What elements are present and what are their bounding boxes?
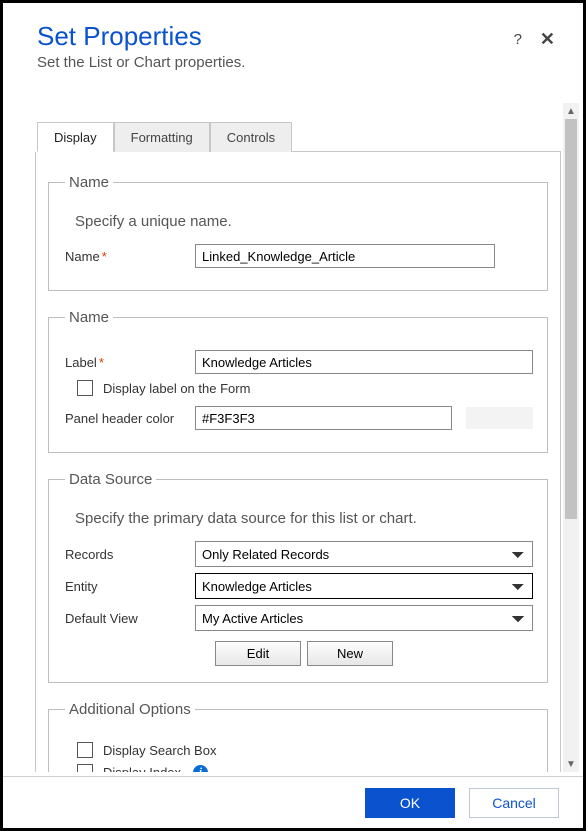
default-view-select[interactable]: My Active Articles — [195, 605, 533, 631]
new-button[interactable]: New — [307, 641, 393, 666]
display-search-box-label: Display Search Box — [103, 743, 216, 758]
ok-button[interactable]: OK — [365, 788, 455, 818]
name-input[interactable] — [195, 244, 495, 268]
color-swatch[interactable] — [466, 407, 533, 429]
scroll-down-icon[interactable]: ▼ — [563, 756, 579, 772]
records-select[interactable]: Only Related Records — [195, 541, 533, 567]
default-view-label: Default View — [65, 611, 195, 626]
data-source-hint: Specify the primary data source for this… — [75, 510, 533, 527]
tab-controls[interactable]: Controls — [210, 122, 292, 152]
display-search-box-checkbox[interactable] — [77, 742, 93, 758]
display-index-checkbox[interactable] — [77, 764, 93, 772]
edit-button[interactable]: Edit — [215, 641, 301, 666]
label-input[interactable] — [195, 350, 533, 374]
records-label: Records — [65, 547, 195, 562]
scroll-up-icon[interactable]: ▲ — [563, 103, 579, 119]
entity-select[interactable]: Knowledge Articles — [195, 573, 533, 599]
panel-header-color-label: Panel header color — [65, 411, 195, 426]
dialog: Set Properties Set the List or Chart pro… — [0, 0, 586, 831]
tab-formatting[interactable]: Formatting — [114, 122, 210, 152]
name-hint: Specify a unique name. — [75, 213, 533, 230]
close-icon[interactable]: ✕ — [540, 29, 555, 50]
fieldset-name: Name Specify a unique name. Name* — [48, 174, 548, 291]
display-label-checkbox[interactable] — [77, 380, 93, 396]
legend-name: Name — [65, 174, 113, 191]
display-index-label: Display Index — [103, 765, 181, 773]
tab-strip: Display Formatting Controls — [37, 121, 561, 152]
legend-data-source: Data Source — [65, 471, 156, 488]
name-label: Name* — [65, 249, 195, 264]
dialog-title: Set Properties — [37, 21, 555, 52]
help-icon[interactable]: ? — [514, 31, 522, 48]
content-area: Display Formatting Controls Name Specify… — [17, 103, 577, 772]
cancel-button[interactable]: Cancel — [469, 788, 559, 818]
fieldset-label: Name Label* Display label on the Form Pa… — [48, 309, 548, 453]
legend-additional: Additional Options — [65, 701, 195, 718]
required-icon: * — [102, 249, 107, 264]
tab-display[interactable]: Display — [37, 122, 114, 152]
fieldset-additional-options: Additional Options Display Search Box Di… — [48, 701, 548, 772]
dialog-footer: OK Cancel — [3, 776, 583, 828]
dialog-subtitle: Set the List or Chart properties. — [37, 54, 555, 71]
legend-label: Name — [65, 309, 113, 326]
info-icon[interactable]: i — [193, 765, 208, 773]
required-icon: * — [99, 355, 104, 370]
tab-panel: Name Specify a unique name. Name* Name L… — [35, 152, 561, 772]
dialog-header: Set Properties Set the List or Chart pro… — [3, 3, 583, 77]
display-label-checkbox-label: Display label on the Form — [103, 381, 250, 396]
vertical-scrollbar[interactable]: ▲ ▼ — [563, 103, 579, 772]
label-label: Label* — [65, 355, 195, 370]
panel-header-color-input[interactable] — [195, 406, 452, 430]
scrollbar-thumb[interactable] — [565, 119, 577, 519]
entity-label: Entity — [65, 579, 195, 594]
fieldset-data-source: Data Source Specify the primary data sou… — [48, 471, 548, 683]
